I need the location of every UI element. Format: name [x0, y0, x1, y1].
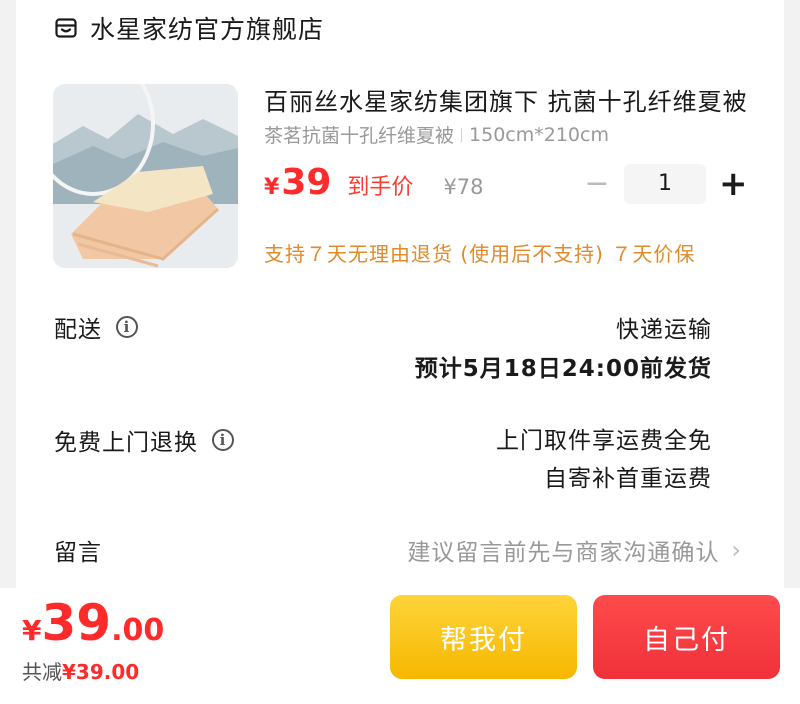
delivery-eta: 预计5月18日24:00前发货 [414, 356, 712, 382]
return-line-2: 自寄补首重运费 [544, 466, 712, 492]
self-pay-button[interactable]: 自己付 [593, 595, 780, 679]
delivery-method: 快递运输 [616, 317, 712, 343]
spec-name: 茶茗抗菌十孔纤维夏被 [264, 125, 455, 147]
price-symbol: ¥ [264, 175, 280, 200]
spec-size: 150cm*210cm [469, 123, 609, 146]
spec-divider [461, 127, 463, 142]
checkout-bar: ¥ 39 .00 共减¥39.00 帮我付 自己付 [0, 588, 800, 704]
original-price: ¥78 [443, 175, 484, 199]
message-input[interactable]: 建议留言前先与商家沟通确认 › [407, 533, 742, 567]
total-price: ¥ 39 .00 [22, 594, 164, 652]
discount-label: 共减 [22, 660, 62, 684]
product-title[interactable]: 百丽丝水星家纺集团旗下 抗菌十孔纤维夏被 [264, 82, 754, 117]
help-pay-button[interactable]: 帮我付 [390, 595, 577, 679]
product-image[interactable] [53, 84, 238, 268]
increase-button[interactable]: + [719, 164, 748, 204]
store-icon [55, 18, 77, 38]
discount-summary: 共减¥39.00 [22, 656, 139, 685]
delivery-row: 配送 i [54, 310, 138, 344]
price-tag: 到手价 [347, 175, 414, 200]
total-symbol: ¥ [22, 614, 42, 647]
total-decimal: .00 [111, 613, 165, 648]
service-guarantee[interactable]: 支持７天无理由退货 (使用后不支持) ７天价保 [264, 238, 695, 267]
return-line-1: 上门取件享运费全免 [496, 428, 712, 454]
final-price: 39 [281, 162, 332, 203]
message-label-text: 留言 [54, 540, 102, 566]
total-integer: 39 [41, 594, 112, 652]
discount-amount: ¥39.00 [62, 660, 140, 684]
return-row: 免费上门退换 i [54, 423, 234, 457]
delivery-label: 配送 [54, 317, 102, 343]
quantity-stepper: − 1 + [583, 164, 748, 204]
store-header[interactable]: 水星家纺官方旗舰店 [54, 8, 324, 48]
decrease-button[interactable]: − [583, 164, 611, 204]
info-icon[interactable]: i [116, 316, 138, 338]
quantity-field[interactable]: 1 [624, 164, 706, 204]
product-spec[interactable]: 茶茗抗菌十孔纤维夏被 150cm*210cm [264, 121, 609, 148]
return-label: 免费上门退换 [54, 430, 198, 456]
order-card: 水星家纺官方旗舰店 百丽丝水星家纺集团旗下 抗菌十孔纤维夏被 茶茗抗菌十孔纤维夏… [16, 0, 784, 600]
chevron-right-icon: › [731, 536, 742, 564]
message-label: 留言 [54, 533, 102, 567]
price-row: ¥ 39 到手价 ¥78 [264, 162, 484, 203]
store-name: 水星家纺官方旗舰店 [90, 15, 325, 44]
info-icon[interactable]: i [212, 429, 234, 451]
message-placeholder: 建议留言前先与商家沟通确认 [407, 540, 720, 566]
